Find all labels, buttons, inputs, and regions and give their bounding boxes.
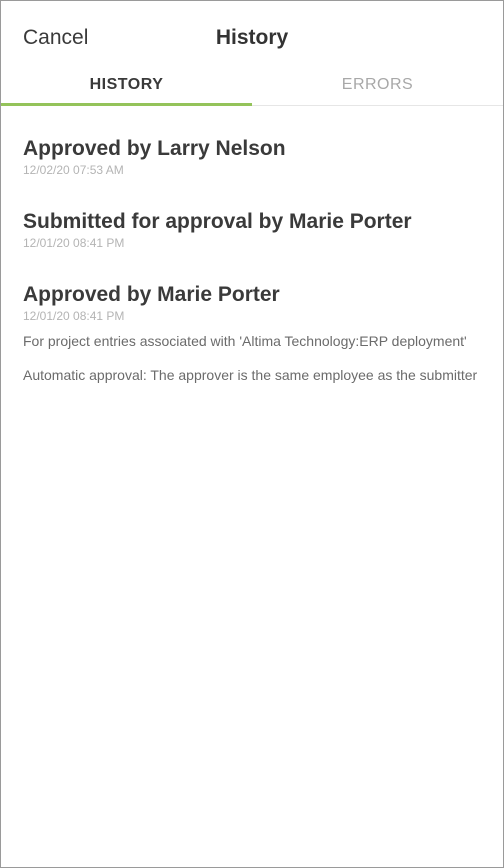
history-list: Approved by Larry Nelson 12/02/20 07:53 … bbox=[1, 106, 503, 385]
history-entry-title: Approved by Larry Nelson bbox=[23, 137, 286, 160]
history-entry: Approved by Larry Nelson 12/02/20 07:53 … bbox=[23, 136, 481, 177]
tab-bar: HISTORY ERRORS bbox=[1, 69, 503, 106]
history-entry-timestamp: 12/02/20 07:53 AM bbox=[23, 163, 124, 177]
navigation-bar: Cancel History bbox=[1, 1, 503, 69]
history-entry-title: Submitted for approval by Marie Porter bbox=[23, 210, 412, 233]
tab-history[interactable]: HISTORY bbox=[1, 69, 252, 106]
page-title: History bbox=[215, 26, 289, 49]
history-entry: Submitted for approval by Marie Porter 1… bbox=[23, 209, 481, 250]
history-entry-note: Automatic approval: The approver is the … bbox=[23, 367, 478, 383]
history-entry-title: Approved by Marie Porter bbox=[23, 283, 280, 306]
history-entry-timestamp: 12/01/20 08:41 PM bbox=[23, 236, 125, 250]
history-entry-timestamp: 12/01/20 08:41 PM bbox=[23, 309, 125, 323]
tab-errors[interactable]: ERRORS bbox=[252, 69, 503, 105]
history-entry-note: For project entries associated with 'Alt… bbox=[23, 333, 467, 349]
history-entry: Approved by Marie Porter 12/01/20 08:41 … bbox=[23, 282, 481, 385]
history-screen: Cancel History HISTORY ERRORS Approved b… bbox=[0, 0, 504, 868]
